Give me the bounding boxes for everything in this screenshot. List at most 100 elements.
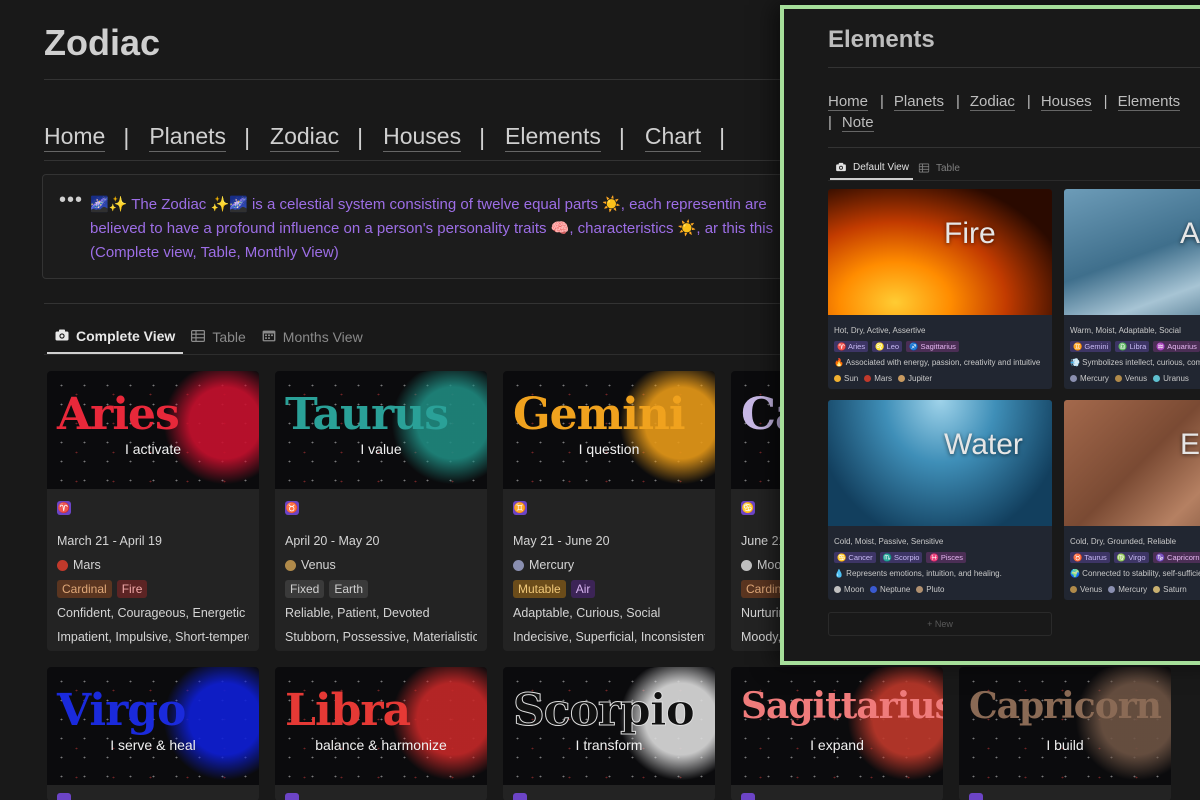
view-tab-complete-view[interactable]: Complete View	[47, 320, 184, 354]
planet-name: Neptune	[880, 584, 911, 594]
view-tab-months-view[interactable]: Months View	[254, 320, 371, 354]
planet-icon	[1070, 374, 1077, 382]
element-cover-title: Fire	[944, 217, 996, 250]
cover-motto: I value	[360, 441, 402, 457]
modality-tag: Fixed	[285, 580, 325, 598]
desc-text: 💧 Represents emotions, intuition, and he…	[834, 568, 1002, 578]
element-card-fire[interactable]: Fire Hot, Dry, Active, Assertive ♈ Aries ♌ …	[828, 189, 1052, 389]
overlay-nav-link-home[interactable]: Home	[828, 93, 869, 111]
cover-motto: I build	[1046, 737, 1084, 753]
negative-traits: Impatient, Impulsive, Short-tempered	[57, 625, 249, 649]
element-signs: ♊ Gemini ♎ Libra ♒ Aquarius	[1070, 338, 1200, 354]
nav-link-zodiac[interactable]: Zodiac	[270, 123, 340, 152]
traits-text: Reliable, Patient, Devoted	[285, 606, 430, 620]
planet-icon	[285, 559, 296, 571]
sign-tag: ♎ Libra	[1115, 340, 1150, 352]
traits-text: Indecisive, Superficial, Inconsistent	[513, 630, 705, 644]
cover-motto: I transform	[575, 737, 643, 753]
overlay-nav-link-houses[interactable]: Houses	[1040, 93, 1092, 111]
traits-text: Cold, Dry, Grounded, Reliable	[1070, 536, 1177, 546]
card-cover-image: Taurus I value	[275, 371, 487, 489]
planet-name: Moon	[844, 584, 865, 594]
nav-link-houses[interactable]: Houses	[383, 123, 462, 152]
view-tab-table[interactable]: Table	[183, 320, 253, 354]
element-planets: Venus Mercury Saturn	[1070, 581, 1200, 597]
nav-separator: |	[719, 123, 726, 150]
overlay-view-tab-table[interactable]: Table	[913, 156, 964, 180]
overlay-nav-link-note[interactable]: Note	[841, 114, 874, 132]
overlay-view-tab-default-view[interactable]: Default View	[830, 156, 913, 180]
table-icon	[191, 329, 206, 345]
modality-tag: Mutable	[513, 580, 566, 598]
new-button[interactable]: + New	[828, 612, 1052, 636]
element-traits: Hot, Dry, Active, Assertive	[834, 322, 1046, 338]
camera-icon	[55, 328, 69, 344]
zodiac-card-scorpio[interactable]: Scorpio I transform	[503, 667, 715, 800]
nav-link-elements[interactable]: Elements	[505, 123, 601, 152]
nav-link-chart[interactable]: Chart	[644, 123, 702, 152]
element-planets: Mercury Venus Uranus	[1070, 370, 1200, 386]
sign-tag: ♋ Cancer	[834, 551, 876, 563]
intro-callout: ••• 🌌✨ The Zodiac ✨🌌 is a celestial syst…	[42, 174, 802, 279]
view-tab-label: Complete View	[76, 328, 176, 344]
positive-traits: Adaptable, Curious, Social	[513, 601, 705, 625]
camera-icon	[836, 162, 847, 172]
element-signs: ♉ Taurus ♍ Virgo ♑ Capricorn	[1070, 549, 1200, 565]
planet-name: Mercury	[1080, 373, 1109, 383]
zodiac-card-virgo[interactable]: Virgo I serve & heal	[47, 667, 259, 800]
planet-name: Venus	[1080, 584, 1103, 594]
card-cover-image: Scorpio I transform	[503, 667, 715, 785]
zodiac-card-gemini[interactable]: Gemini I question ♊ May 21 - June 20 Mercury…	[503, 371, 715, 651]
cover-title: Scorpio	[513, 685, 696, 737]
nav-separator: |	[1103, 93, 1108, 110]
traits-text: Adaptable, Curious, Social	[513, 606, 661, 620]
table-icon	[918, 163, 930, 173]
traits-text: Impatient, Impulsive, Short-tempered	[57, 630, 249, 644]
page-title: Zodiac	[44, 22, 161, 63]
zodiac-card-sagittarius[interactable]: Sagittarius I expand	[731, 667, 943, 800]
element-description: 🌍 Connected to stability, self-sufficien	[1070, 565, 1200, 581]
zodiac-card-aries[interactable]: Aries I activate ♈ March 21 - April 19 Mars C…	[47, 371, 259, 651]
element-properties: Hot, Dry, Active, Assertive ♈ Aries ♌ Leo ♐…	[828, 315, 1052, 386]
element-card-water[interactable]: Water Cold, Moist, Passive, Sensitive ♋ Ca…	[828, 400, 1052, 600]
cover-title: Virgo	[57, 685, 186, 736]
ruling-planet: Mercury	[513, 553, 705, 577]
sign-tag: ♓ Pisces	[926, 551, 966, 563]
element-card-earth[interactable]: Earth Cold, Dry, Grounded, Reliable ♉ Taur…	[1064, 400, 1200, 600]
positive-traits: Reliable, Patient, Devoted	[285, 601, 477, 625]
planet-icon	[870, 585, 878, 593]
sign-tag: ♌ Leo	[872, 340, 903, 352]
negative-traits: Stubborn, Possessive, Materialistic	[285, 625, 477, 649]
nav-link-planets[interactable]: Planets	[149, 123, 227, 152]
cover-title: Sagittarius	[741, 685, 943, 727]
nav-separator: |	[828, 114, 832, 131]
overlay-nav-link-elements[interactable]: Elements	[1117, 93, 1181, 111]
planet-icon	[57, 559, 68, 571]
card-cover-image: Sagittarius I expand	[731, 667, 943, 785]
zodiac-card-libra[interactable]: Libra balance & harmonize	[275, 667, 487, 800]
planet-icon	[916, 585, 924, 593]
overlay-nav-link-zodiac[interactable]: Zodiac	[969, 93, 1015, 111]
more-dots-icon[interactable]: •••	[59, 189, 83, 212]
nav-link-home[interactable]: Home	[44, 123, 106, 152]
zodiac-symbol-icon: ♈	[57, 501, 71, 515]
planet-icon	[1114, 374, 1122, 382]
element-card-air[interactable]: Air Warm, Moist, Adaptable, Social ♊ Gemin…	[1064, 189, 1200, 389]
divider	[828, 67, 1200, 68]
modality-tag: Cardinal	[57, 580, 112, 598]
ruling-planet: Mars	[57, 553, 249, 577]
card-cover-image: Capricorn I build	[959, 667, 1171, 785]
planet-name: Saturn	[1163, 584, 1187, 594]
zodiac-card-capricorn[interactable]: Capricorn I build	[959, 667, 1171, 800]
overlay-nav-link-planets[interactable]: Planets	[893, 93, 944, 111]
overlay-nav: Home | Planets | Zodiac | Houses | Elements | Note	[828, 91, 1200, 133]
negative-traits: Indecisive, Superficial, Inconsistent	[513, 625, 705, 649]
cover-motto: I expand	[810, 737, 864, 753]
planet-icon	[741, 559, 752, 571]
tags-row: Cardinal Fire	[57, 577, 249, 601]
planet-icon	[1108, 585, 1116, 593]
element-signs: ♈ Aries ♌ Leo ♐ Sagittarius	[834, 338, 1046, 354]
zodiac-card-taurus[interactable]: Taurus I value ♉ April 20 - May 20 Venus Fixe…	[275, 371, 487, 651]
zodiac-symbol-icon: ♊	[513, 501, 527, 515]
element-cover-title: Air	[1180, 217, 1200, 250]
